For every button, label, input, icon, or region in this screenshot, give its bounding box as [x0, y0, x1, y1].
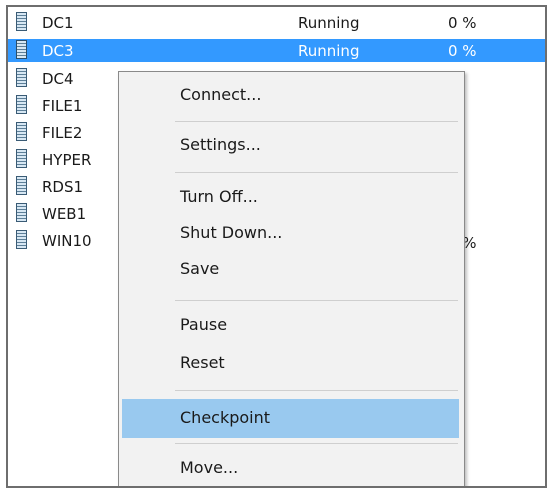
vm-name: DC4 [42, 70, 74, 88]
menu-separator [175, 172, 458, 173]
menu-item-checkpoint[interactable]: Checkpoint [122, 399, 459, 438]
vm-state: Running [298, 42, 360, 60]
vm-cpu-usage: 0 % [448, 42, 477, 60]
virtual-machine-icon [16, 149, 27, 168]
menu-item-label: Settings... [180, 135, 261, 154]
menu-item-reset[interactable]: Reset [122, 348, 459, 378]
vm-name: FILE2 [42, 124, 83, 142]
vm-name: WIN10 [42, 232, 92, 250]
vm-row-selected[interactable]: DC3 Running 0 % [8, 39, 545, 62]
vm-name: DC1 [42, 14, 74, 32]
vm-state: Running [298, 14, 360, 32]
menu-separator [175, 121, 458, 122]
vm-cpu-usage: 0 % [448, 14, 477, 32]
vm-row[interactable]: DC1 Running 0 % [8, 11, 545, 34]
menu-item-save[interactable]: Save [122, 254, 459, 284]
virtual-machine-icon [16, 40, 27, 59]
menu-item-label: Checkpoint [180, 408, 271, 427]
menu-item-settings[interactable]: Settings... [122, 130, 459, 160]
virtual-machine-icon [16, 68, 27, 87]
menu-separator [175, 443, 458, 444]
virtual-machine-icon [16, 95, 27, 114]
virtual-machine-icon [16, 176, 27, 195]
vm-name: DC3 [42, 41, 74, 61]
vm-name: WEB1 [42, 205, 87, 223]
vm-name: FILE1 [42, 97, 83, 115]
menu-item-label: Turn Off... [180, 187, 258, 206]
virtual-machine-icon [16, 203, 27, 222]
menu-item-pause[interactable]: Pause [122, 310, 459, 340]
menu-item-label: Connect... [180, 85, 262, 104]
menu-item-label: Pause [180, 315, 228, 334]
menu-item-move[interactable]: Move... [122, 453, 459, 483]
vm-name: RDS1 [42, 178, 84, 196]
menu-item-connect[interactable]: Connect... [122, 80, 459, 110]
menu-item-label: Move... [180, 458, 239, 477]
vm-name: HYPER [42, 151, 92, 169]
vm-context-menu: Connect... Settings... Turn Off... Shut … [118, 71, 465, 486]
virtual-machine-icon [16, 230, 27, 249]
menu-item-label: Save [180, 259, 220, 278]
virtual-machines-list: DC1 Running 0 % DC3 Running 0 % DC4 FILE… [6, 5, 547, 488]
menu-separator [175, 390, 458, 391]
menu-separator [175, 300, 458, 301]
menu-item-label: Shut Down... [180, 223, 283, 242]
menu-item-turn-off[interactable]: Turn Off... [122, 182, 459, 212]
menu-item-label: Reset [180, 353, 225, 372]
menu-item-shut-down[interactable]: Shut Down... [122, 218, 459, 248]
virtual-machine-icon [16, 122, 27, 141]
virtual-machine-icon [16, 12, 27, 31]
